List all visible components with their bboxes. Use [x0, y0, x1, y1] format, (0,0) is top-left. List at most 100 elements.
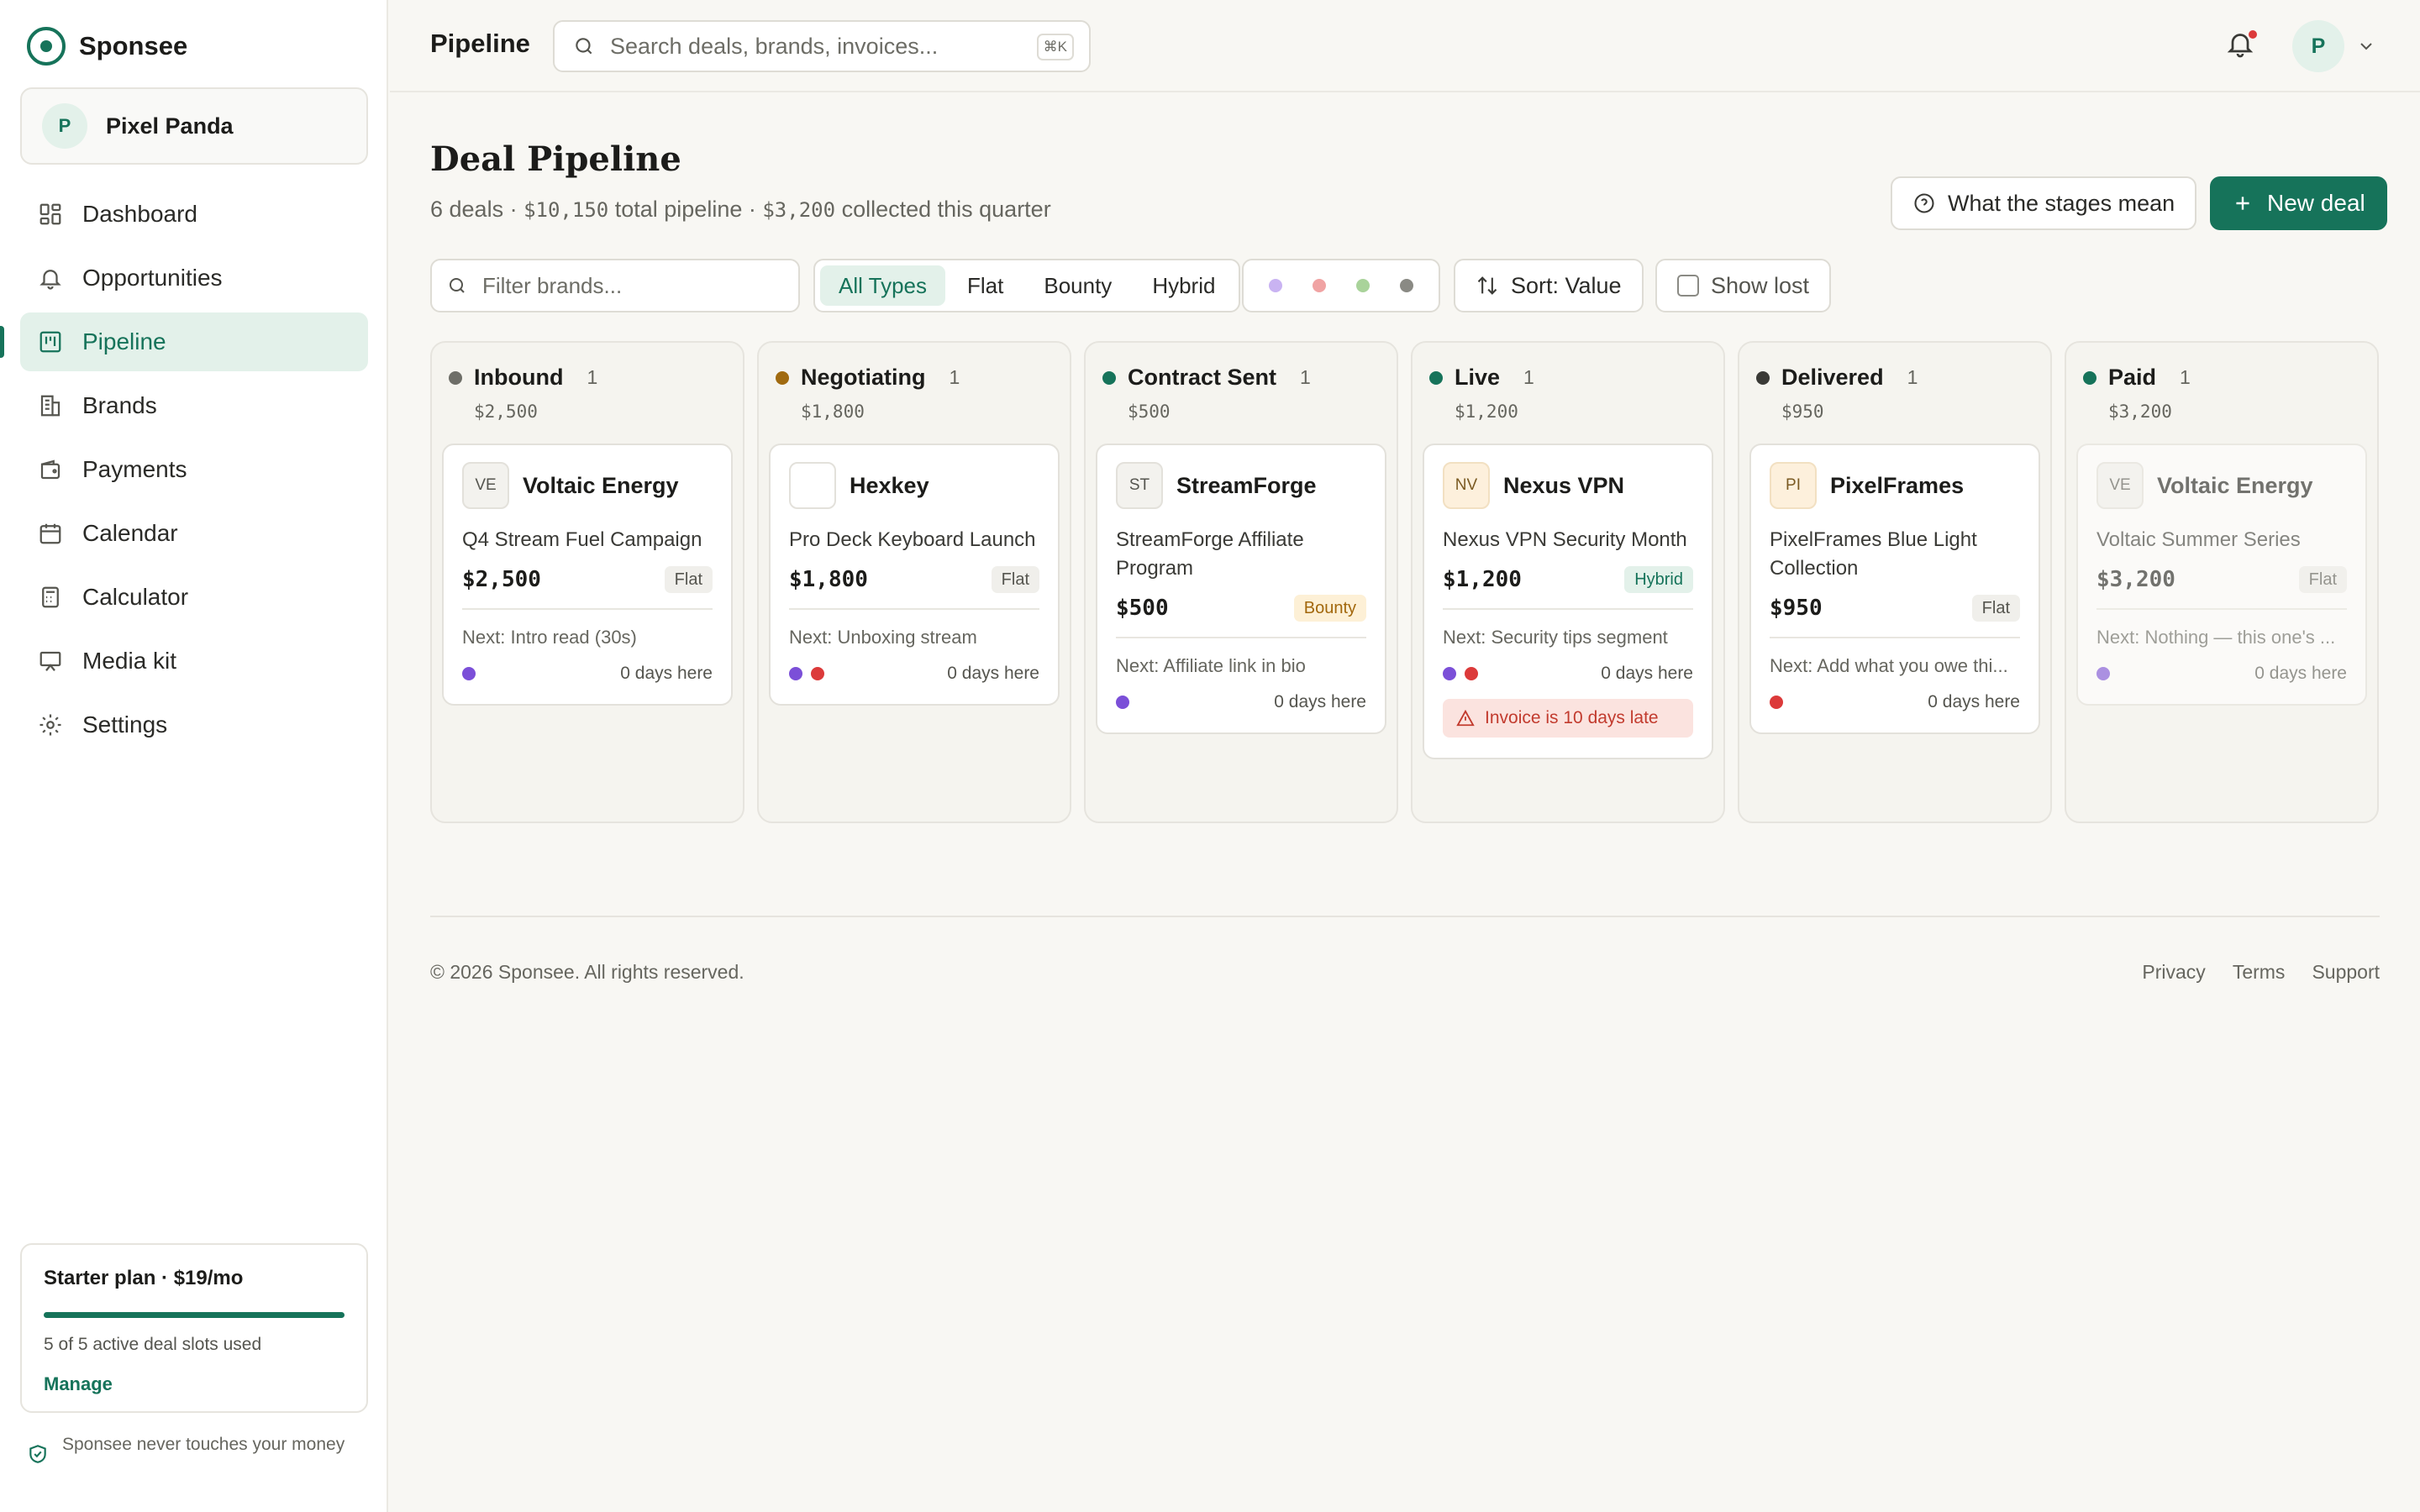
page-title: Pipeline [430, 29, 530, 58]
stage-name: Paid [2108, 365, 2157, 390]
deal-card[interactable]: PI PixelFrames PixelFrames Blue Light Co… [1749, 444, 2040, 734]
deal-value-row: $2,500 Flat [462, 566, 713, 593]
card-divider [1443, 608, 1693, 610]
sort-button[interactable]: Sort: Value [1454, 259, 1644, 312]
copyright: © 2026 Sponsee. All rights reserved. [430, 961, 744, 983]
deal-card[interactable]: ST StreamForge StreamForge Affiliate Pro… [1096, 444, 1386, 734]
label-dots [789, 667, 824, 680]
manage-plan-link[interactable]: Manage [44, 1373, 345, 1395]
user-menu[interactable]: P [2292, 20, 2376, 72]
deal-value: $3,200 [2096, 567, 2175, 592]
plus-icon [2236, 197, 2249, 210]
color-filter-dot[interactable] [1356, 279, 1370, 292]
sidebar-item-brands[interactable]: Brands [20, 376, 368, 435]
deal-value: $1,200 [1443, 567, 1522, 592]
sidebar-item-dashboard[interactable]: Dashboard [20, 185, 368, 244]
deal-type-badge: Flat [664, 566, 713, 593]
brand-logo: PI [1770, 462, 1817, 509]
collected-label: collected this quarter [835, 197, 1051, 222]
stages-help-label: What the stages mean [1948, 190, 2175, 216]
brand-filter-input[interactable] [482, 272, 785, 299]
deal-card[interactable]: NV Nexus VPN Nexus VPN Security Month $1… [1423, 444, 1713, 759]
stage-count: 1 [1300, 366, 1311, 388]
chevron-down-icon [2360, 43, 2372, 50]
search-input[interactable] [610, 33, 1030, 60]
stage-column-contract-sent: Contract Sent 1 $500 ST StreamForge Stre… [1084, 341, 1398, 823]
label-dot [1443, 667, 1456, 680]
invoice-late-alert[interactable]: Invoice is 10 days late [1443, 699, 1693, 738]
calendar-icon [37, 520, 64, 547]
next-step-text: Security tips segment [1491, 627, 1668, 648]
collected-value: $3,200 [762, 198, 836, 222]
card-header: PI PixelFrames [1770, 462, 2020, 509]
days-in-stage: 0 days here [620, 664, 713, 683]
color-filter [1242, 259, 1440, 312]
next-step: Next: Security tips segment [1443, 627, 1693, 648]
card-header: VE Voltaic Energy [2096, 462, 2347, 509]
label-dots [2096, 667, 2110, 680]
stage-name: Live [1455, 365, 1501, 390]
sidebar-item-opportunities[interactable]: Opportunities [20, 249, 368, 307]
brand-filter[interactable] [430, 259, 800, 312]
terms-link[interactable]: Terms [2233, 961, 2286, 984]
type-filter-all[interactable]: All Types [820, 265, 946, 306]
card-header: VE Voltaic Energy [462, 462, 713, 509]
days-in-stage: 0 days here [1601, 664, 1693, 683]
next-step-text: Affiliate link in bio [1163, 655, 1306, 676]
deal-type-badge: Flat [991, 566, 1039, 593]
support-link[interactable]: Support [2312, 961, 2380, 984]
next-step-text: Nothing — this one's ... [2144, 627, 2336, 648]
type-filter-bounty[interactable]: Bounty [1025, 265, 1130, 306]
notifications-button[interactable] [2225, 29, 2259, 62]
sidebar-item-settings[interactable]: Settings [20, 696, 368, 754]
plan-usage-fill [44, 1312, 345, 1318]
privacy-link[interactable]: Privacy [2142, 961, 2205, 984]
next-step: Next: Unboxing stream [789, 627, 1039, 648]
deal-type-badge: Flat [2298, 566, 2347, 593]
plan-usage-text: 5 of 5 active deal slots used [44, 1335, 262, 1354]
new-deal-label: New deal [2267, 190, 2365, 216]
card-footer: 0 days here [462, 664, 713, 684]
new-deal-button[interactable]: New deal [2210, 176, 2387, 230]
global-search[interactable]: ⌘K [553, 20, 1091, 72]
card-divider [1116, 637, 1366, 638]
sort-label: Sort: Value [1511, 272, 1622, 298]
wallet-icon [37, 456, 64, 483]
sponsee-logo-icon [27, 27, 66, 66]
card-divider [789, 608, 1039, 610]
sidebar-item-media-kit[interactable]: Media kit [20, 632, 368, 690]
color-filter-dot[interactable] [1313, 279, 1326, 292]
type-filter-flat[interactable]: Flat [949, 265, 1022, 306]
card-divider [1770, 637, 2020, 638]
sidebar-item-calendar[interactable]: Calendar [20, 504, 368, 563]
deal-title: Voltaic Summer Series [2096, 528, 2301, 551]
show-lost-toggle[interactable]: Show lost [1655, 259, 1832, 312]
stage-total: $950 [1781, 402, 1824, 422]
stage-total: $1,200 [1455, 402, 1518, 422]
footer-divider [430, 916, 2380, 917]
brand-name: Hexkey [850, 472, 929, 498]
stage-total: $1,800 [801, 402, 865, 422]
color-filter-dot[interactable] [1269, 279, 1282, 292]
stage-dot [1429, 370, 1443, 385]
deal-count: 6 deals [430, 197, 504, 222]
plan-usage-bar [44, 1312, 345, 1318]
brand[interactable]: Sponsee [27, 27, 187, 66]
stage-name: Negotiating [801, 365, 926, 390]
sidebar-item-payments[interactable]: Payments [20, 440, 368, 499]
sidebar-item-calculator[interactable]: Calculator [20, 568, 368, 627]
sidebar-item-pipeline[interactable]: Pipeline [0, 312, 368, 371]
type-filter-hybrid[interactable]: Hybrid [1134, 265, 1234, 306]
stage-name: Inbound [474, 365, 564, 390]
sidebar-nav: Dashboard Opportunities Pipeline Brands [0, 185, 368, 759]
bell-icon [37, 265, 64, 291]
show-lost-checkbox[interactable] [1677, 275, 1699, 297]
next-step-label: Next: [462, 627, 506, 648]
workspace-switcher[interactable]: P Pixel Panda [20, 87, 368, 165]
stages-help-button[interactable]: What the stages mean [1891, 176, 2197, 230]
deal-card[interactable]: VE Voltaic Energy Voltaic Summer Series … [2076, 444, 2367, 706]
deal-card[interactable]: Hexkey Pro Deck Keyboard Launch $1,800 F… [769, 444, 1060, 706]
color-filter-dot[interactable] [1400, 279, 1413, 292]
deal-card[interactable]: VE Voltaic Energy Q4 Stream Fuel Campaig… [442, 444, 733, 706]
card-footer: 0 days here [789, 664, 1039, 684]
